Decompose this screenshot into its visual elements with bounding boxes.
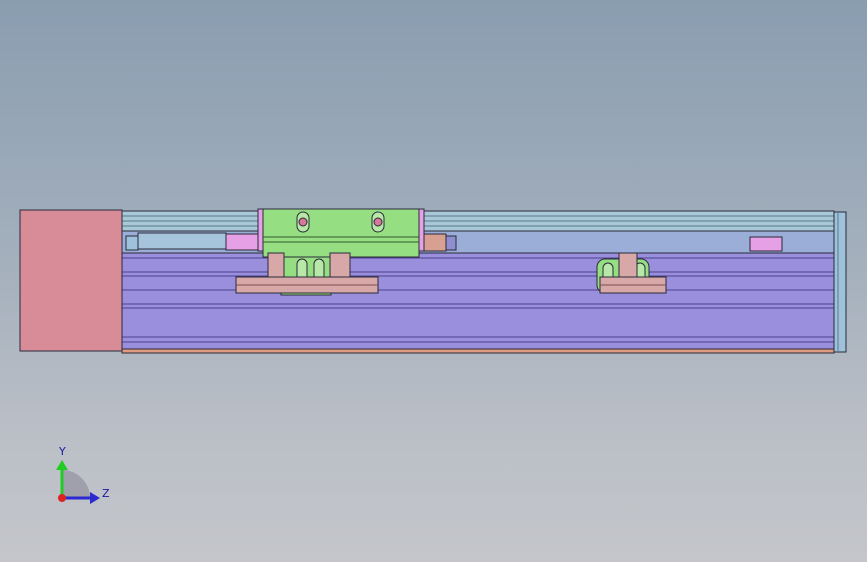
motor-housing[interactable] (19, 209, 123, 352)
linear-actuator-assembly[interactable] (19, 208, 847, 354)
magenta-bumper-right[interactable] (749, 236, 783, 252)
coordinate-triad: Y Z (56, 445, 110, 504)
small-stop-block (445, 235, 457, 251)
slot-hole-left (298, 217, 308, 227)
carriage-top-plate[interactable] (262, 208, 420, 238)
z-axis-arrowhead (90, 492, 100, 504)
x-axis-origin-dot (58, 494, 66, 502)
cad-viewport[interactable]: Y Z (0, 0, 867, 562)
inner-slot-left (137, 232, 227, 250)
base-extrusion[interactable] (121, 252, 835, 350)
y-axis-arrowhead (56, 460, 68, 470)
slot-hole-right (373, 217, 383, 227)
bottom-strip (121, 348, 835, 354)
magenta-bumper-left[interactable] (225, 233, 261, 251)
z-axis-label: Z (102, 487, 110, 500)
y-axis-label: Y (58, 445, 66, 458)
end-block-left (125, 235, 139, 251)
copper-stop-block[interactable] (423, 233, 447, 252)
triad-quarter-disc (62, 470, 90, 498)
right-end-cap[interactable] (833, 211, 847, 353)
